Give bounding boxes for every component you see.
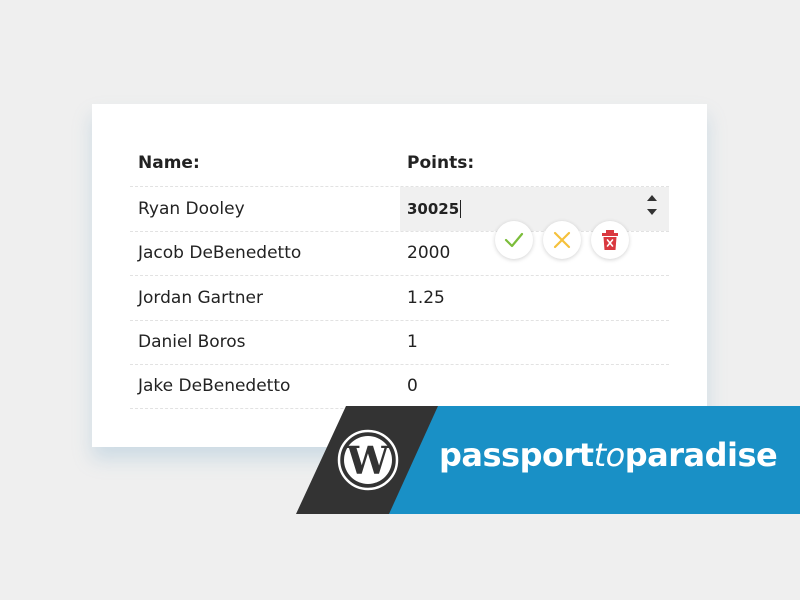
brand-text-part1: passport	[439, 436, 594, 474]
brand-wordmark: passporttoparadise	[439, 436, 778, 474]
confirm-button[interactable]	[495, 221, 533, 259]
cancel-button[interactable]	[543, 221, 581, 259]
brand-text-part3: paradise	[624, 436, 778, 474]
leaderboard-card: Name: Points: Ryan Dooley 30025 Jacob De…	[92, 104, 707, 447]
table-row[interactable]: Daniel Boros 1	[130, 319, 669, 365]
table-row[interactable]: Jordan Gartner 1.25	[130, 275, 669, 320]
brand-banner: W passporttoparadise	[296, 406, 800, 514]
points-cell[interactable]: 0	[400, 365, 669, 408]
name-cell: Jordan Gartner	[138, 287, 263, 308]
brand-text-part2: to	[593, 436, 626, 474]
name-cell: Daniel Boros	[138, 332, 246, 353]
points-column-header: Points:	[407, 153, 475, 173]
name-column-header: Name:	[138, 153, 200, 173]
spin-down-icon[interactable]	[647, 209, 657, 215]
points-input-value: 30025	[407, 199, 460, 218]
svg-text:W: W	[346, 438, 391, 483]
spin-up-icon[interactable]	[647, 195, 657, 201]
check-icon	[504, 232, 524, 248]
name-cell: Ryan Dooley	[138, 198, 245, 219]
name-cell: Jacob DeBenedetto	[138, 243, 302, 264]
delete-button[interactable]	[591, 221, 629, 259]
trash-icon	[602, 230, 618, 250]
close-icon	[553, 231, 571, 249]
text-caret	[460, 199, 462, 218]
name-cell: Jake DeBenedetto	[138, 376, 291, 397]
points-cell[interactable]: 1	[400, 321, 669, 365]
row-edit-actions	[495, 221, 629, 259]
number-spinner[interactable]	[647, 195, 657, 215]
table-row[interactable]: Jake DeBenedetto 0	[130, 364, 669, 409]
points-table: Name: Points: Ryan Dooley 30025 Jacob De…	[130, 140, 669, 409]
points-cell[interactable]: 1.25	[400, 276, 669, 320]
wordpress-logo-icon: W	[337, 429, 399, 491]
table-header: Name: Points:	[130, 140, 669, 186]
